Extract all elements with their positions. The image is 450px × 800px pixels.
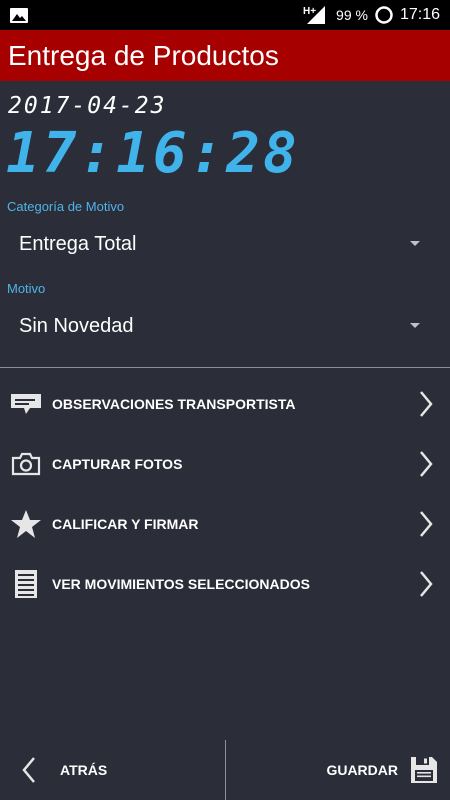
- gallery-icon: [10, 7, 28, 23]
- menu-item-observaciones[interactable]: OBSERVACIONES TRANSPORTISTA: [0, 374, 450, 434]
- dropdown-caret-icon: [410, 323, 420, 328]
- menu-item-label: OBSERVACIONES TRANSPORTISTA: [52, 396, 296, 412]
- divider: [0, 367, 450, 368]
- menu-item-label: CAPTURAR FOTOS: [52, 456, 183, 472]
- app-bar: Entrega de Productos: [0, 30, 450, 81]
- categoria-label: Categoría de Motivo: [7, 199, 125, 214]
- battery-percent: 99 %: [336, 7, 368, 23]
- save-button[interactable]: GUARDAR: [226, 740, 450, 800]
- menu-item-label: VER MOVIMIENTOS SELECCIONADOS: [52, 576, 310, 592]
- camera-icon: [0, 434, 52, 494]
- status-time: 17:16: [399, 6, 440, 23]
- battery-icon: [375, 6, 393, 24]
- chevron-left-icon: [22, 757, 35, 783]
- menu-item-label: CALIFICAR Y FIRMAR: [52, 516, 199, 532]
- star-icon: [0, 494, 52, 554]
- menu-item-ver-movimientos[interactable]: VER MOVIMIENTOS SELECCIONADOS: [0, 554, 450, 614]
- dropdown-caret-icon: [410, 241, 420, 246]
- menu-item-calificar-firmar[interactable]: CALIFICAR Y FIRMAR: [0, 494, 450, 554]
- categoria-spinner[interactable]: Entrega Total: [0, 220, 450, 268]
- categoria-value: Entrega Total: [19, 232, 137, 255]
- message-icon: [0, 374, 52, 434]
- chevron-right-icon: [420, 451, 433, 477]
- save-label: GUARDAR: [326, 762, 398, 778]
- chevron-right-icon: [420, 391, 433, 417]
- date-display: 2017-04-23: [8, 93, 167, 119]
- list-icon: [0, 554, 52, 614]
- chevron-right-icon: [420, 571, 433, 597]
- menu-item-capturar-fotos[interactable]: CAPTURAR FOTOS: [0, 434, 450, 494]
- back-button[interactable]: ATRÁS: [0, 740, 224, 800]
- motivo-label: Motivo: [7, 281, 46, 296]
- back-label: ATRÁS: [60, 762, 108, 778]
- status-bar: H+ 99 % 17:16: [0, 0, 450, 30]
- chevron-right-icon: [420, 511, 433, 537]
- network-type: H+: [302, 5, 317, 17]
- clock-display: 17:16:28: [6, 121, 300, 186]
- bottom-bar: ATRÁS GUARDAR: [0, 740, 450, 800]
- motivo-value: Sin Novedad: [19, 314, 134, 337]
- save-icon: [411, 757, 437, 783]
- page-title: Entrega de Productos: [8, 39, 279, 71]
- motivo-spinner[interactable]: Sin Novedad: [0, 302, 450, 350]
